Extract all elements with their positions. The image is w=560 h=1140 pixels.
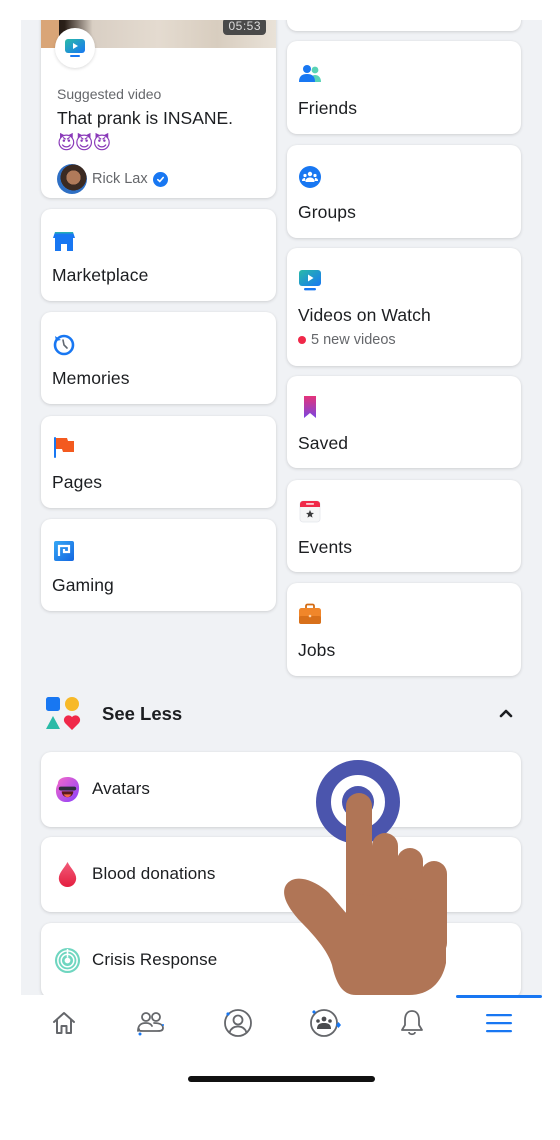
- shortcut-label: Saved: [298, 433, 349, 453]
- avatars-icon: [55, 776, 80, 803]
- bell-icon: [401, 1010, 423, 1036]
- shortcut-label: Friends: [298, 98, 358, 118]
- shortcut-events[interactable]: Events: [287, 480, 521, 572]
- video-author[interactable]: Rick Lax: [57, 164, 168, 194]
- shortcut-memories[interactable]: Memories: [41, 312, 276, 404]
- bottom-tab-bar: [21, 995, 542, 1055]
- shortcut-label: Gaming: [52, 575, 114, 595]
- author-avatar: [57, 164, 87, 194]
- menu-screen: 05:53 Suggested video That prank is INSA…: [21, 20, 542, 995]
- shortcut-jobs[interactable]: Jobs: [287, 583, 521, 676]
- watch-icon: [55, 28, 95, 68]
- menu-item-label: Avatars: [92, 779, 151, 798]
- gaming-icon: [54, 541, 74, 561]
- shortcut-label: Pages: [52, 472, 103, 492]
- home-icon: [53, 1012, 75, 1034]
- events-icon: [299, 500, 321, 523]
- suggested-video-label: Suggested video: [57, 86, 162, 102]
- video-duration: 05:53: [223, 20, 266, 35]
- shortcut-groups[interactable]: Groups: [287, 145, 521, 238]
- chevron-up-icon[interactable]: [493, 700, 519, 726]
- shortcut-card-partial[interactable]: [287, 20, 521, 31]
- home-indicator[interactable]: [188, 1076, 375, 1082]
- see-less-label: See Less: [102, 703, 183, 724]
- saved-icon: [304, 396, 316, 418]
- memories-icon: [53, 334, 75, 356]
- shortcut-label: Videos on Watch: [298, 305, 431, 325]
- devil-emoji: 😈😈😈: [57, 133, 111, 153]
- author-name: Rick Lax: [92, 171, 148, 187]
- blood-drop-icon: [58, 861, 77, 888]
- pages-icon: [54, 437, 74, 458]
- shortcut-label: Jobs: [298, 640, 336, 660]
- shortcut-pages[interactable]: Pages: [41, 416, 276, 508]
- new-videos-count: 5 new videos: [311, 332, 396, 348]
- profile-icon: [224, 1009, 252, 1037]
- shortcut-friends[interactable]: Friends: [287, 41, 521, 134]
- tab-home[interactable]: [21, 995, 107, 1051]
- verified-badge-icon: [152, 171, 168, 187]
- shortcut-videos-on-watch[interactable]: Videos on Watch 5 new videos: [287, 248, 521, 366]
- pointing-hand-icon: [284, 793, 447, 995]
- shortcut-label: Groups: [298, 202, 356, 222]
- tab-menu[interactable]: [456, 995, 542, 1051]
- new-videos-indicator: 5 new videos: [298, 332, 396, 348]
- menu-item-label: Blood donations: [92, 864, 216, 883]
- new-dot-icon: [298, 336, 306, 344]
- see-less-toggle[interactable]: See Less: [41, 692, 521, 736]
- shapes-icon: [46, 697, 81, 730]
- shortcut-label: Marketplace: [52, 265, 149, 285]
- shortcut-label: Memories: [52, 368, 130, 388]
- menu-item-label: Crisis Response: [92, 950, 218, 969]
- tab-profile[interactable]: [195, 995, 281, 1051]
- shortcut-marketplace[interactable]: Marketplace: [41, 209, 276, 301]
- marketplace-icon: [53, 232, 75, 251]
- watch-icon: [299, 270, 321, 291]
- tab-notifications[interactable]: [369, 995, 455, 1051]
- suggested-video-card[interactable]: 05:53 Suggested video That prank is INSA…: [41, 20, 276, 198]
- jobs-icon: [299, 603, 321, 624]
- crisis-response-icon: [54, 947, 81, 974]
- friends-outline-icon: [137, 1012, 164, 1036]
- suggested-video-title: That prank is INSANE.: [57, 108, 234, 128]
- tab-groups[interactable]: [282, 995, 368, 1051]
- tab-friends[interactable]: [108, 995, 194, 1051]
- menu-icon: [486, 1014, 512, 1033]
- shortcut-gaming[interactable]: Gaming: [41, 519, 276, 611]
- shortcut-saved[interactable]: Saved: [287, 376, 521, 468]
- groups-outline-icon: [310, 1009, 341, 1037]
- groups-icon: [299, 166, 321, 188]
- friends-icon: [299, 65, 321, 82]
- shortcut-label: Events: [298, 537, 353, 557]
